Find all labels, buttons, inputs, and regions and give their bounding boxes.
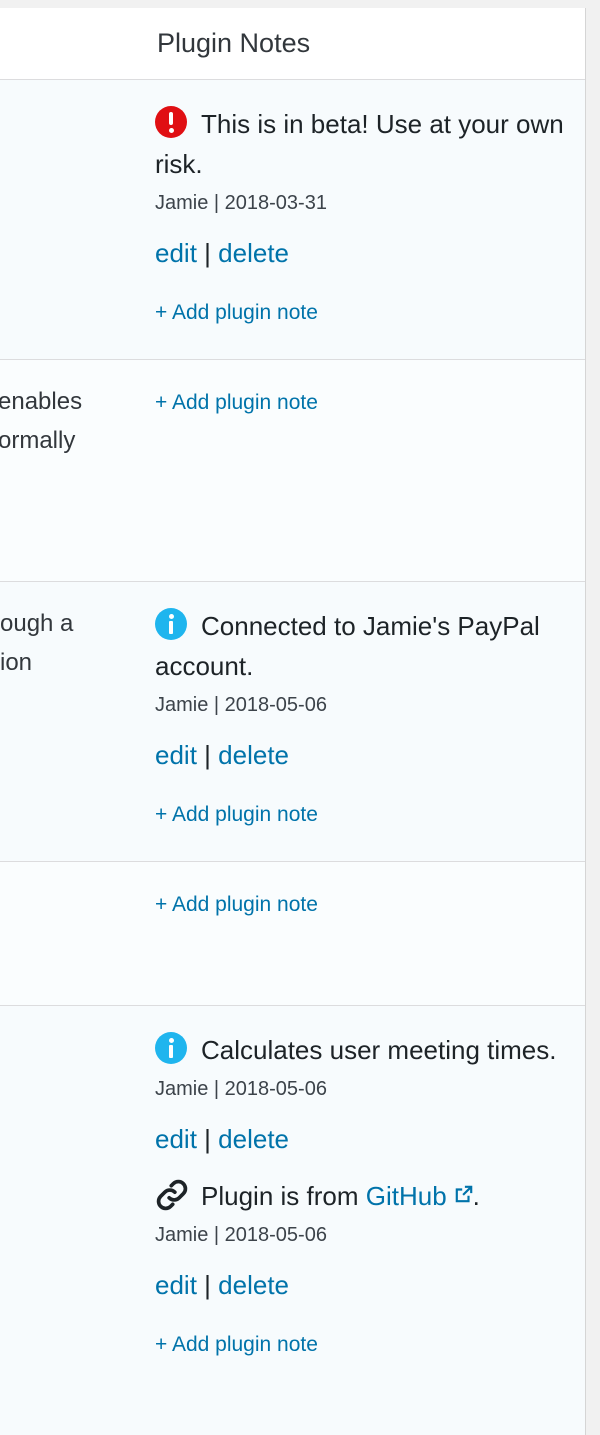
table-header: Plugin Notes [0,8,585,80]
info-icon [155,608,187,640]
separator: | [204,1124,211,1154]
note-meta: Jamie | 2018-05-06 [155,1078,327,1100]
plugin-table: Plugin Notes This is in beta! Use at you… [0,8,586,1435]
add-plugin-note-link[interactable]: + Add plugin note [155,1333,318,1356]
table-row: ough a ion Connected to Jamie's PayPal a… [0,582,585,862]
error-icon [155,106,187,138]
add-plugin-note-link[interactable]: + Add plugin note [155,301,318,324]
note-actions: edit | delete [155,1268,567,1302]
table-row: enables ormally + Add plugin note [0,360,585,582]
delete-note-link[interactable]: delete [218,1270,289,1300]
plugin-description: ough a ion [0,610,74,676]
info-icon [155,1032,187,1064]
note-meta: Jamie | 2018-05-06 [155,1224,327,1246]
delete-note-link[interactable]: delete [218,740,289,770]
plugin-notes-cell: + Add plugin note [155,388,567,418]
plugin-note: Connected to Jamie's PayPal account. [155,606,567,686]
github-link[interactable]: GitHub [366,1181,447,1211]
plugin-note: Calculates user meeting times. [155,1030,567,1070]
add-plugin-note-link[interactable]: + Add plugin note [155,391,318,414]
table-row: This is in beta! Use at your own risk. J… [0,80,585,360]
note-meta: Jamie | 2018-05-06 [155,694,327,716]
edit-note-link[interactable]: edit [155,238,197,268]
edit-note-link[interactable]: edit [155,740,197,770]
separator: | [204,1270,211,1300]
plugin-notes-cell: This is in beta! Use at your own risk. J… [155,104,567,328]
edit-note-link[interactable]: edit [155,1270,197,1300]
table-row: Calculates user meeting times. Jamie | 2… [0,1006,585,1435]
note-actions: edit | delete [155,1122,567,1156]
plugin-note: This is in beta! Use at your own risk. [155,104,567,184]
separator: | [204,740,211,770]
delete-note-link[interactable]: delete [218,238,289,268]
external-link-icon [455,1185,472,1203]
note-meta: Jamie | 2018-03-31 [155,192,327,214]
plugin-notes-cell: + Add plugin note [155,890,567,920]
add-plugin-note-link[interactable]: + Add plugin note [155,803,318,826]
separator: | [204,238,211,268]
table-row: + Add plugin note [0,862,585,1006]
column-header-plugin-notes: Plugin Notes [157,28,311,58]
link-icon [156,1179,188,1211]
plugin-note: Plugin is from GitHub. [155,1176,567,1216]
plugin-notes-cell: Connected to Jamie's PayPal account. Jam… [155,606,567,830]
plugin-notes-cell: Calculates user meeting times. Jamie | 2… [155,1030,567,1360]
edit-note-link[interactable]: edit [155,1124,197,1154]
note-actions: edit | delete [155,738,567,772]
plugin-description: enables ormally [0,388,83,454]
delete-note-link[interactable]: delete [218,1124,289,1154]
note-actions: edit | delete [155,236,567,270]
add-plugin-note-link[interactable]: + Add plugin note [155,893,318,916]
